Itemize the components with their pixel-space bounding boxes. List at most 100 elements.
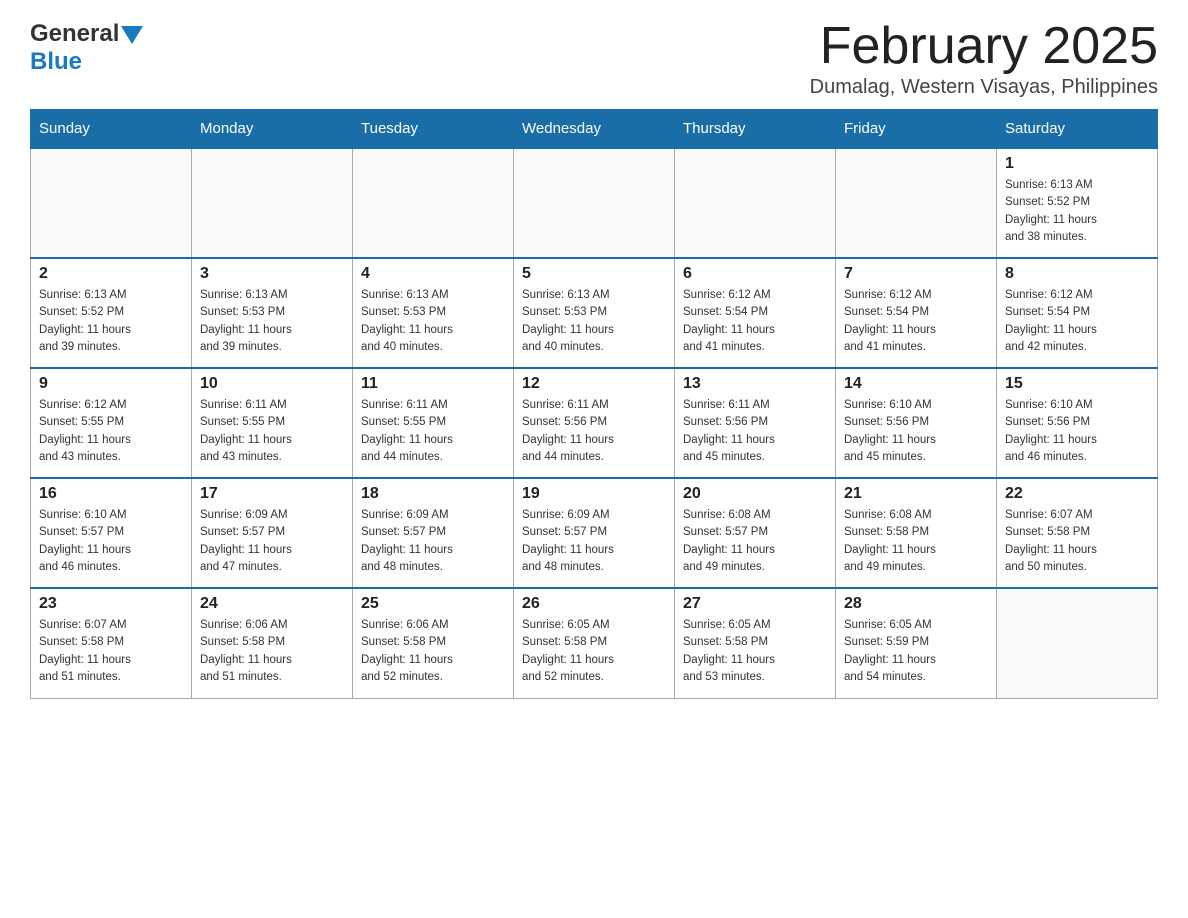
day-info: Sunrise: 6:13 AM Sunset: 5:52 PM Dayligh… [1005, 177, 1149, 246]
day-info: Sunrise: 6:06 AM Sunset: 5:58 PM Dayligh… [361, 617, 505, 686]
calendar-cell: 19 Sunrise: 6:09 AM Sunset: 5:57 PM Dayli… [514, 478, 675, 588]
calendar-cell: 13 Sunrise: 6:11 AM Sunset: 5:56 PM Dayli… [675, 368, 836, 478]
day-info: Sunrise: 6:06 AM Sunset: 5:58 PM Dayligh… [200, 617, 344, 686]
day-number: 27 [683, 595, 827, 613]
day-of-week-header: Sunday [31, 110, 192, 149]
day-of-week-header: Wednesday [514, 110, 675, 149]
calendar-cell: 6 Sunrise: 6:12 AM Sunset: 5:54 PM Daylig… [675, 258, 836, 368]
calendar-cell [31, 148, 192, 258]
day-info: Sunrise: 6:05 AM Sunset: 5:58 PM Dayligh… [683, 617, 827, 686]
day-number: 6 [683, 265, 827, 283]
calendar-cell: 21 Sunrise: 6:08 AM Sunset: 5:58 PM Dayli… [836, 478, 997, 588]
day-of-week-header: Thursday [675, 110, 836, 149]
day-number: 18 [361, 485, 505, 503]
calendar-cell: 5 Sunrise: 6:13 AM Sunset: 5:53 PM Daylig… [514, 258, 675, 368]
calendar-week-row: 23 Sunrise: 6:07 AM Sunset: 5:58 PM Dayli… [31, 588, 1158, 698]
day-info: Sunrise: 6:10 AM Sunset: 5:56 PM Dayligh… [844, 397, 988, 466]
title-section: February 2025 Dumalag, Western Visayas, … [810, 20, 1158, 99]
day-info: Sunrise: 6:11 AM Sunset: 5:56 PM Dayligh… [683, 397, 827, 466]
calendar-cell: 22 Sunrise: 6:07 AM Sunset: 5:58 PM Dayli… [997, 478, 1158, 588]
logo: General Blue [30, 20, 143, 76]
day-number: 17 [200, 485, 344, 503]
day-number: 12 [522, 375, 666, 393]
calendar-cell: 12 Sunrise: 6:11 AM Sunset: 5:56 PM Dayli… [514, 368, 675, 478]
calendar-cell [514, 148, 675, 258]
day-info: Sunrise: 6:12 AM Sunset: 5:54 PM Dayligh… [844, 287, 988, 356]
day-info: Sunrise: 6:08 AM Sunset: 5:57 PM Dayligh… [683, 507, 827, 576]
calendar-cell: 3 Sunrise: 6:13 AM Sunset: 5:53 PM Daylig… [192, 258, 353, 368]
calendar-cell: 15Sunrise: 6:10 AM Sunset: 5:56 PM Dayli… [997, 368, 1158, 478]
day-info: Sunrise: 6:12 AM Sunset: 5:54 PM Dayligh… [683, 287, 827, 356]
day-info: Sunrise: 6:09 AM Sunset: 5:57 PM Dayligh… [522, 507, 666, 576]
day-number: 7 [844, 265, 988, 283]
calendar-table: SundayMondayTuesdayWednesdayThursdayFrid… [30, 109, 1158, 699]
calendar-cell: 28 Sunrise: 6:05 AM Sunset: 5:59 PM Dayli… [836, 588, 997, 698]
day-info: Sunrise: 6:13 AM Sunset: 5:53 PM Dayligh… [200, 287, 344, 356]
day-info: Sunrise: 6:07 AM Sunset: 5:58 PM Dayligh… [1005, 507, 1149, 576]
page-header: General Blue February 2025 Dumalag, West… [30, 20, 1158, 99]
calendar-cell: 1Sunrise: 6:13 AM Sunset: 5:52 PM Daylig… [997, 148, 1158, 258]
day-number: 13 [683, 375, 827, 393]
day-number: 9 [39, 375, 183, 393]
day-info: Sunrise: 6:10 AM Sunset: 5:57 PM Dayligh… [39, 507, 183, 576]
calendar-week-row: 16 Sunrise: 6:10 AM Sunset: 5:57 PM Dayli… [31, 478, 1158, 588]
day-number: 16 [39, 485, 183, 503]
day-number: 2 [39, 265, 183, 283]
month-title: February 2025 [810, 20, 1158, 72]
day-number: 5 [522, 265, 666, 283]
calendar-cell: 14 Sunrise: 6:10 AM Sunset: 5:56 PM Dayli… [836, 368, 997, 478]
day-info: Sunrise: 6:12 AM Sunset: 5:55 PM Dayligh… [39, 397, 183, 466]
day-number: 3 [200, 265, 344, 283]
day-number: 14 [844, 375, 988, 393]
calendar-cell: 25 Sunrise: 6:06 AM Sunset: 5:58 PM Dayli… [353, 588, 514, 698]
day-info: Sunrise: 6:11 AM Sunset: 5:55 PM Dayligh… [200, 397, 344, 466]
day-number: 23 [39, 595, 183, 613]
day-info: Sunrise: 6:11 AM Sunset: 5:55 PM Dayligh… [361, 397, 505, 466]
day-info: Sunrise: 6:12 AM Sunset: 5:54 PM Dayligh… [1005, 287, 1149, 356]
calendar-cell [997, 588, 1158, 698]
calendar-cell: 18Sunrise: 6:09 AM Sunset: 5:57 PM Dayli… [353, 478, 514, 588]
calendar-week-row: 9 Sunrise: 6:12 AM Sunset: 5:55 PM Daylig… [31, 368, 1158, 478]
calendar-cell: 24Sunrise: 6:06 AM Sunset: 5:58 PM Dayli… [192, 588, 353, 698]
logo-general-text: General [30, 20, 119, 48]
day-of-week-header: Monday [192, 110, 353, 149]
logo-arrow-icon [121, 26, 143, 44]
logo-blue-text: Blue [30, 48, 82, 75]
calendar-cell [675, 148, 836, 258]
calendar-cell: 4Sunrise: 6:13 AM Sunset: 5:53 PM Daylig… [353, 258, 514, 368]
day-number: 8 [1005, 265, 1149, 283]
calendar-cell: 11 Sunrise: 6:11 AM Sunset: 5:55 PM Dayli… [353, 368, 514, 478]
day-number: 22 [1005, 485, 1149, 503]
day-info: Sunrise: 6:13 AM Sunset: 5:53 PM Dayligh… [522, 287, 666, 356]
calendar-cell: 9 Sunrise: 6:12 AM Sunset: 5:55 PM Daylig… [31, 368, 192, 478]
calendar-cell: 20 Sunrise: 6:08 AM Sunset: 5:57 PM Dayli… [675, 478, 836, 588]
day-of-week-header: Saturday [997, 110, 1158, 149]
calendar-cell: 23 Sunrise: 6:07 AM Sunset: 5:58 PM Dayli… [31, 588, 192, 698]
day-info: Sunrise: 6:08 AM Sunset: 5:58 PM Dayligh… [844, 507, 988, 576]
day-info: Sunrise: 6:11 AM Sunset: 5:56 PM Dayligh… [522, 397, 666, 466]
calendar-cell: 10 Sunrise: 6:11 AM Sunset: 5:55 PM Dayli… [192, 368, 353, 478]
day-number: 21 [844, 485, 988, 503]
day-info: Sunrise: 6:05 AM Sunset: 5:58 PM Dayligh… [522, 617, 666, 686]
calendar-cell: 17 Sunrise: 6:09 AM Sunset: 5:57 PM Dayli… [192, 478, 353, 588]
day-of-week-header: Tuesday [353, 110, 514, 149]
day-number: 25 [361, 595, 505, 613]
location-text: Dumalag, Western Visayas, Philippines [810, 76, 1158, 99]
calendar-week-row: 2 Sunrise: 6:13 AM Sunset: 5:52 PM Daylig… [31, 258, 1158, 368]
day-info: Sunrise: 6:13 AM Sunset: 5:52 PM Dayligh… [39, 287, 183, 356]
calendar-cell: 26Sunrise: 6:05 AM Sunset: 5:58 PM Dayli… [514, 588, 675, 698]
calendar-cell: 27 Sunrise: 6:05 AM Sunset: 5:58 PM Dayli… [675, 588, 836, 698]
day-number: 19 [522, 485, 666, 503]
day-info: Sunrise: 6:13 AM Sunset: 5:53 PM Dayligh… [361, 287, 505, 356]
day-number: 20 [683, 485, 827, 503]
calendar-cell [353, 148, 514, 258]
day-number: 11 [361, 375, 505, 393]
day-info: Sunrise: 6:10 AM Sunset: 5:56 PM Dayligh… [1005, 397, 1149, 466]
calendar-cell: 2 Sunrise: 6:13 AM Sunset: 5:52 PM Daylig… [31, 258, 192, 368]
day-info: Sunrise: 6:09 AM Sunset: 5:57 PM Dayligh… [200, 507, 344, 576]
day-info: Sunrise: 6:07 AM Sunset: 5:58 PM Dayligh… [39, 617, 183, 686]
day-info: Sunrise: 6:05 AM Sunset: 5:59 PM Dayligh… [844, 617, 988, 686]
calendar-week-row: 1Sunrise: 6:13 AM Sunset: 5:52 PM Daylig… [31, 148, 1158, 258]
day-number: 28 [844, 595, 988, 613]
day-number: 10 [200, 375, 344, 393]
